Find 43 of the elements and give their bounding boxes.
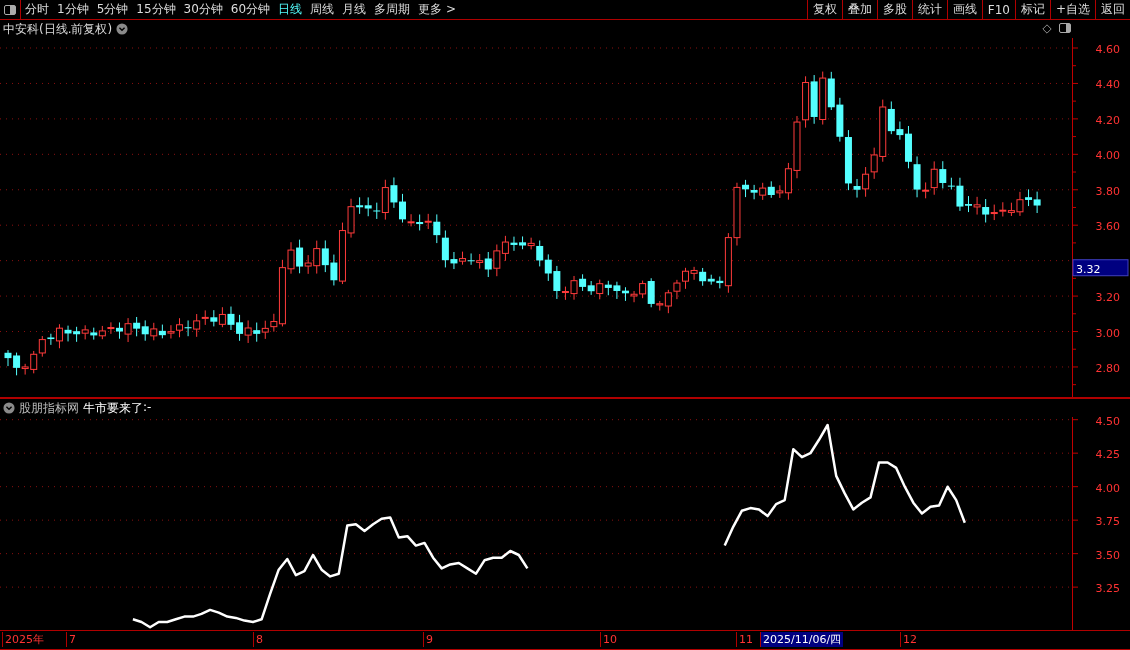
period-tab[interactable]: 分时	[21, 1, 53, 18]
date-axis-label: 2025年	[2, 632, 46, 647]
price-tick-label: 3.20	[1095, 291, 1120, 305]
date-axis-label: 10	[600, 632, 619, 647]
period-tab[interactable]: 60分钟	[226, 1, 275, 18]
panel-toggle-icon[interactable]	[1058, 21, 1072, 35]
price-tick-label: 3.60	[1095, 220, 1120, 234]
indicator-tick-label: 3.50	[1095, 548, 1120, 562]
indicator-tick-label: 4.00	[1095, 481, 1120, 495]
period-tab[interactable]: 15分钟	[132, 1, 180, 18]
price-tick-label: 3.00	[1095, 326, 1120, 340]
current-price-tag: 3.32	[1072, 259, 1129, 277]
period-tab[interactable]: 1分钟	[53, 1, 93, 18]
indicator-tick-label: 3.25	[1095, 582, 1120, 596]
series-name: 牛市要来了	[83, 399, 143, 417]
period-tab[interactable]: 更多 >	[414, 1, 460, 18]
indicator-readout: :-	[143, 399, 152, 416]
price-tick-label: 4.40	[1095, 78, 1120, 92]
period-tab[interactable]: 5分钟	[92, 1, 133, 18]
period-tab[interactable]: 月线	[338, 1, 371, 18]
chevron-down-icon[interactable]	[116, 23, 129, 35]
period-tab[interactable]: 多周期	[370, 1, 415, 18]
price-tick-label: 4.20	[1095, 113, 1120, 127]
period-tab[interactable]: 30分钟	[179, 1, 227, 18]
price-tick-label: 4.60	[1095, 43, 1120, 56]
date-axis-label: 9	[423, 632, 435, 647]
price-tick-label: 2.80	[1095, 361, 1120, 375]
indicator-name: 股朋指标网	[19, 399, 79, 417]
stock-title: 中安科(日线.前复权)	[3, 20, 113, 38]
date-axis-label: 12	[900, 632, 919, 647]
date-axis-label: 7	[66, 632, 78, 647]
date-axis-label: 8	[253, 632, 265, 647]
indicator-tick-label: 4.25	[1095, 448, 1120, 462]
diamond-icon[interactable]	[1042, 24, 1052, 34]
chevron-down-icon[interactable]	[3, 402, 15, 414]
period-tab[interactable]: 日线	[274, 1, 307, 18]
price-tick-label: 4.00	[1095, 149, 1120, 163]
price-tick-label: 3.80	[1095, 184, 1120, 198]
period-tab[interactable]: 周线	[306, 1, 339, 18]
indicator-tick-label: 4.50	[1095, 417, 1120, 428]
indicator-tick-label: 3.75	[1095, 515, 1120, 529]
date-axis-label: 11	[736, 632, 755, 647]
date-axis-label: 2025/11/06/四	[760, 632, 844, 647]
